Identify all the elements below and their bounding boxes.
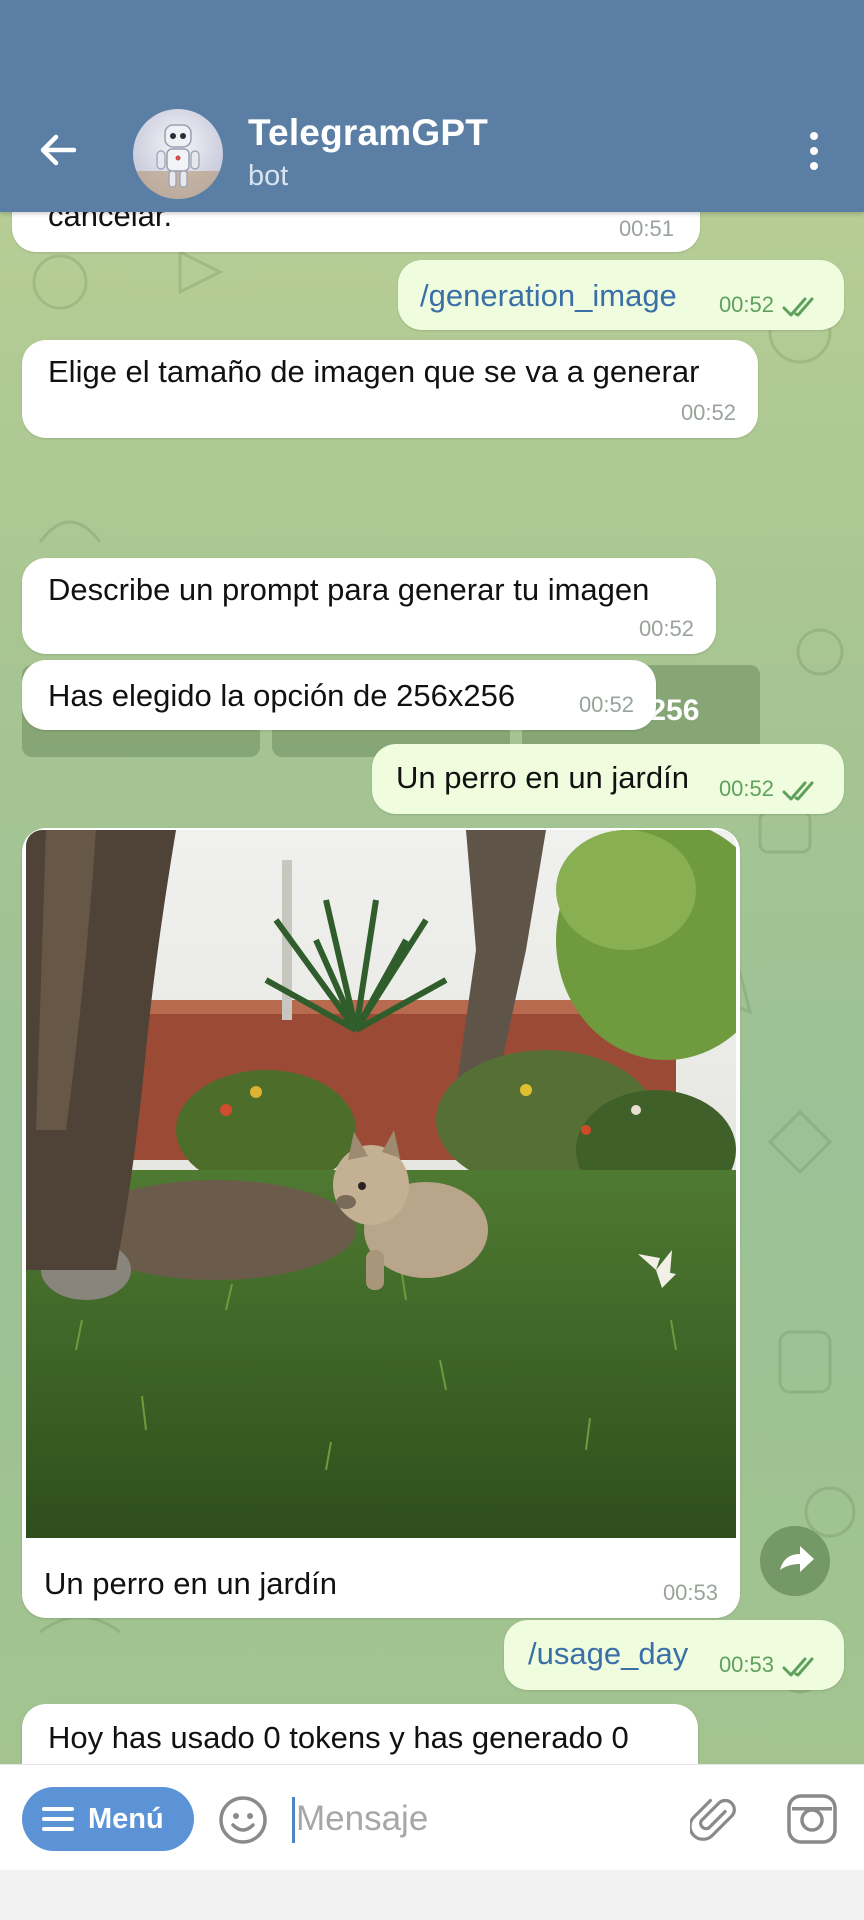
double-check-icon: [782, 781, 814, 801]
message-bubble-outgoing[interactable]: /usage_day 00:53: [504, 1620, 844, 1690]
message-time: 00:53: [662, 1580, 718, 1605]
more-vertical-icon[interactable]: [800, 132, 828, 176]
bot-menu-button[interactable]: Menú: [22, 1787, 194, 1851]
photo-caption: Un perro en un jardín: [44, 1566, 337, 1601]
text-cursor: [292, 1797, 295, 1843]
message-time: 00:52: [718, 292, 774, 317]
emoji-icon[interactable]: [218, 1795, 268, 1845]
chat-title[interactable]: TelegramGPT: [248, 112, 488, 154]
message-time: 00:53: [718, 1652, 774, 1677]
message-text: Hoy has usado 0 tokens y has generado 0: [48, 1720, 629, 1755]
system-nav-bar: [0, 1870, 864, 1920]
menu-lines-icon: [42, 1807, 74, 1831]
robot-icon: [133, 124, 223, 199]
composer-bar: Menú: [0, 1764, 864, 1870]
message-text: Describe un prompt para generar tu image…: [48, 572, 650, 607]
message-input[interactable]: [296, 1791, 676, 1847]
back-arrow-icon[interactable]: [36, 128, 80, 172]
message-bubble[interactable]: Has elegido la opción de 256x256 00:52: [22, 660, 656, 730]
message-text: cancelar.: [48, 212, 173, 233]
chat-header: TelegramGPT bot: [0, 0, 864, 212]
generated-image[interactable]: [26, 830, 736, 1538]
message-time: 00:52: [680, 400, 736, 425]
instagram-camera-icon[interactable]: [786, 1793, 838, 1845]
command-link[interactable]: /generation_image: [420, 278, 677, 314]
message-bubble-outgoing[interactable]: Un perro en un jardín 00:52: [372, 744, 844, 814]
message-text: Un perro en un jardín: [396, 760, 689, 795]
menu-button-label: Menú: [88, 1802, 164, 1835]
message-time: 00:51: [618, 216, 674, 241]
message-bubble[interactable]: Elige el tamaño de imagen que se va a ge…: [22, 340, 758, 438]
message-bubble[interactable]: Describe un prompt para generar tu image…: [22, 558, 716, 654]
chat-subtitle: bot: [248, 160, 289, 192]
message-text: Has elegido la opción de 256x256: [48, 678, 516, 713]
message-text: Elige el tamaño de imagen que se va a ge…: [48, 354, 700, 389]
paperclip-icon[interactable]: [690, 1793, 740, 1845]
message-time: 00:52: [578, 692, 634, 717]
message-bubble[interactable]: cancelar. 00:51: [12, 212, 700, 252]
message-time: 00:52: [638, 616, 694, 641]
double-check-icon: [782, 1657, 814, 1677]
bot-avatar[interactable]: [133, 109, 223, 199]
double-check-icon: [782, 297, 814, 317]
dog-in-garden-image: [26, 830, 736, 1538]
message-bubble-outgoing[interactable]: /generation_image 00:52: [398, 260, 844, 330]
message-time: 00:52: [718, 776, 774, 801]
command-link[interactable]: /usage_day: [528, 1636, 688, 1672]
share-arrow-icon[interactable]: [760, 1526, 830, 1596]
